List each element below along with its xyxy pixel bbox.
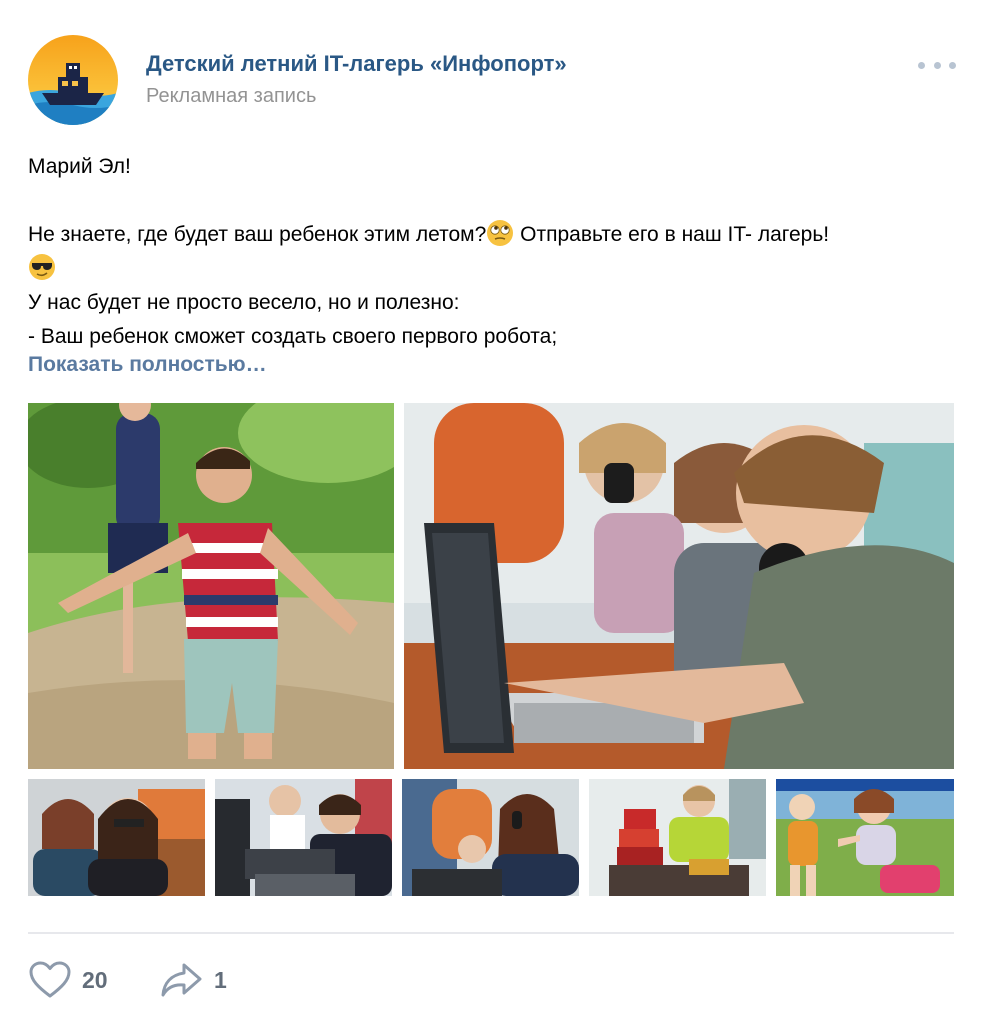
more-options-icon[interactable]	[918, 57, 956, 73]
photo-boys-at-keyboards[interactable]	[215, 779, 392, 896]
ship-logo-icon	[28, 35, 118, 125]
text-line: У нас будет не просто весело, но и полез…	[28, 291, 460, 314]
photo-kids-playing-outdoors[interactable]	[776, 779, 954, 896]
rolling-eyes-emoji-icon	[486, 219, 514, 247]
text-line	[28, 252, 958, 286]
share-button[interactable]: 1	[160, 958, 227, 1002]
text-fragment: Отправьте его в наш IT- лагерь!	[514, 223, 830, 246]
like-count: 20	[82, 966, 108, 993]
photo-boy-building-blocks[interactable]	[589, 779, 766, 896]
divider	[28, 932, 954, 934]
text-line: Не знаете, где будет ваш ребенок этим ле…	[28, 218, 958, 252]
sunglasses-emoji-icon	[28, 253, 56, 281]
share-count: 1	[214, 966, 227, 993]
ad-post: Детский летний IT-лагерь «Инфопорт» Рекл…	[0, 0, 987, 1024]
community-avatar[interactable]	[28, 35, 118, 125]
photo-kids-at-laptops[interactable]	[404, 403, 954, 769]
photo-girls-at-computer[interactable]	[28, 779, 205, 896]
text-fragment: Не знаете, где будет ваш ребенок этим ле…	[28, 223, 487, 246]
heart-icon	[29, 961, 71, 998]
photo-boy-dancing-outdoors[interactable]	[28, 403, 394, 769]
post-text: Марий Эл! Не знаете, где будет ваш ребен…	[28, 150, 958, 354]
community-name-link[interactable]: Детский летний IT-лагерь «Инфопорт»	[146, 51, 567, 77]
like-button[interactable]: 20	[28, 958, 108, 1002]
text-line: - Ваш ребенок сможет создать своего перв…	[28, 325, 558, 348]
share-arrow-icon	[161, 963, 202, 997]
photo-girl-with-headset[interactable]	[402, 779, 579, 896]
text-line: Марий Эл!	[28, 155, 131, 178]
sponsored-label: Рекламная запись	[146, 85, 317, 107]
show-more-link[interactable]: Показать полностью…	[28, 353, 267, 377]
text-line	[28, 184, 958, 218]
